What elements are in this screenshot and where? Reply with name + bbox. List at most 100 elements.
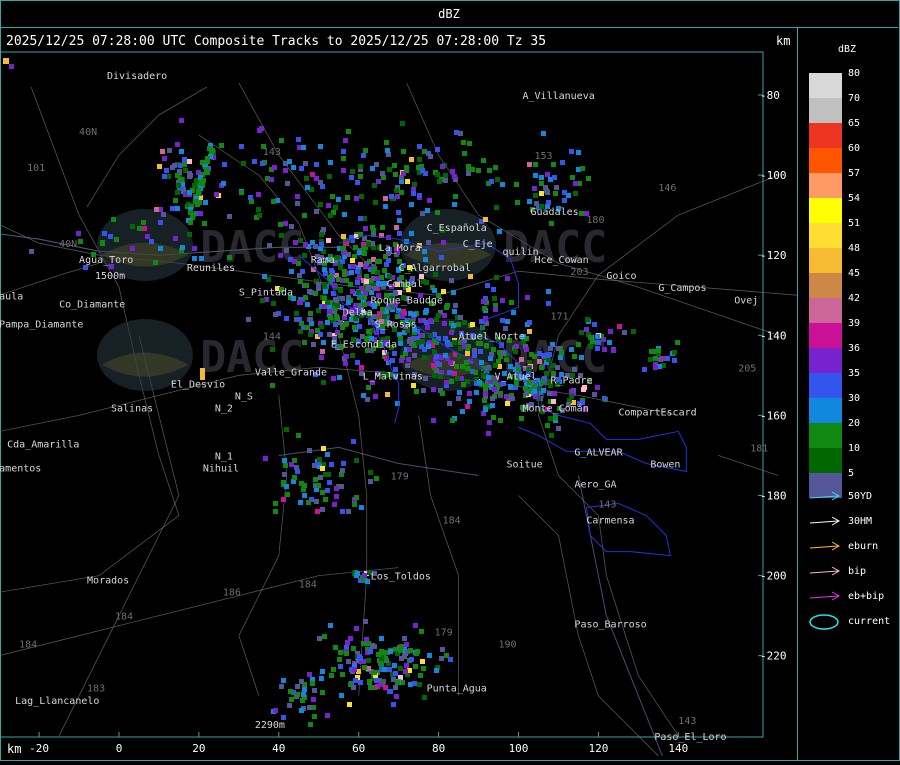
radar-echo-pixel [308,317,313,322]
radar-echo-pixel [326,203,331,208]
radar-echo-pixel [431,418,436,423]
radar-echo-pixel [301,487,306,492]
radar-echo-pixel [298,238,303,243]
radar-echo-pixel [533,162,538,167]
radar-echo-pixel [355,269,360,274]
radar-echo-pixel [533,394,538,399]
radar-echo-pixel [370,166,375,171]
radar-echo-pixel [358,216,363,221]
radar-echo-pixel [317,457,322,462]
radar-map-canvas[interactable]: DACC DACCDACC DACC -20 0 20 40 60 80 100 120 140-8… [0,28,799,761]
radar-echo-pixel [442,321,447,326]
radar-echo-pixel [205,170,210,175]
radar-echo-pixel [500,298,505,303]
radar-echo-pixel [363,619,368,624]
radar-echo-pixel [611,348,616,353]
radar-echo-pixel [461,382,466,387]
radar-echo-pixel [648,357,653,362]
radar-echo-pixel [495,177,500,182]
radar-echo-pixel [314,162,319,167]
radar-echo-pixel [378,661,383,666]
radar-echo-pixel [514,344,519,349]
radar-echo-pixel [319,242,324,247]
radar-echo-pixel [581,387,586,392]
legend-level-label: 45 [848,268,861,279]
radar-map[interactable]: DACC DACC DACC DACC -20 0 20 40 60 80 100 120 140 -8… [0,28,799,761]
radar-echo-pixel [308,332,313,337]
radar-echo-pixel [269,177,274,182]
radar-echo-pixel [153,260,158,265]
radar-echo-pixel [246,317,251,322]
legend-swatch [809,273,842,298]
radar-echo-pixel [297,273,302,278]
radar-echo-pixel [271,199,276,204]
radar-echo-pixel [175,173,180,178]
radar-echo-pixel [370,644,375,649]
place-label: Carmensa [586,516,634,527]
radar-echo-pixel [340,672,345,677]
radar-echo-pixel [130,224,135,229]
y-tick-label: -160 [760,409,787,422]
composite-tracks-header: 2025/12/25 07:28:00 UTC Composite Tracks… [6,34,547,49]
radar-echo-pixel [547,391,552,396]
radar-echo-pixel [546,301,551,306]
radar-echo-pixel [157,164,162,169]
radar-echo-pixel [376,179,381,184]
radar-echo-pixel [499,343,504,348]
radar-echo-pixel [399,656,404,661]
radar-echo-pixel [344,651,349,656]
place-label: S_Pintada [239,287,293,298]
radar-echo-pixel [300,698,305,703]
radar-echo-pixel [342,269,347,274]
radar-echo-pixel [328,315,333,320]
arrow-shaft [809,570,839,574]
radar-echo-pixel [569,347,574,352]
radar-echo-pixel [442,313,447,318]
radar-echo-pixel [492,296,497,301]
radar-echo-pixel [653,365,658,370]
radar-echo-pixel [278,222,283,227]
radar-echo-pixel [346,300,351,305]
radar-echo-pixel [394,225,399,230]
radar-echo-pixel [173,236,178,241]
radar-echo-pixel [173,198,178,203]
y-tick-label: -120 [760,249,787,262]
radar-echo-pixel [483,217,488,222]
radar-echo-pixel [515,200,520,205]
radar-echo-pixel [335,255,340,260]
radar-echo-pixel [356,290,361,295]
radar-echo-pixel [368,649,373,654]
radar-echo-pixel [412,182,417,187]
radar-echo-pixel [444,380,449,385]
radar-echo-pixel [569,389,574,394]
radar-echo-pixel [498,391,503,396]
radar-echo-pixel [256,207,261,212]
radar-echo-pixel [402,636,407,641]
radar-echo-pixel [481,373,486,378]
radar-echo-pixel [350,258,355,263]
radar-echo-pixel [369,685,374,690]
radar-echo-pixel [486,375,491,380]
radar-echo-pixel [434,668,439,673]
radar-echo-pixel [350,353,355,358]
radar-echo-pixel [142,226,147,231]
radar-echo-pixel [431,387,436,392]
place-label: N_2 [215,403,233,414]
radar-echo-pixel [281,678,286,683]
radar-echo-pixel [423,257,428,262]
radar-echo-pixel [420,168,425,173]
radar-echo-pixel [299,481,304,486]
place-label: amentos [0,463,41,474]
legend-swatch [809,448,842,473]
radar-echo-pixel [353,245,358,250]
radar-echo-pixel [672,350,677,355]
x-axis-unit: km [7,742,22,756]
radar-echo-pixel [617,324,622,329]
radar-echo-pixel [301,145,306,150]
road-number-label: 190 [499,640,517,651]
road-line [198,134,368,696]
radar-echo-pixel [325,452,330,457]
radar-echo-pixel [359,365,364,370]
radar-echo-pixel [162,156,167,161]
radar-echo-pixel [406,357,411,362]
